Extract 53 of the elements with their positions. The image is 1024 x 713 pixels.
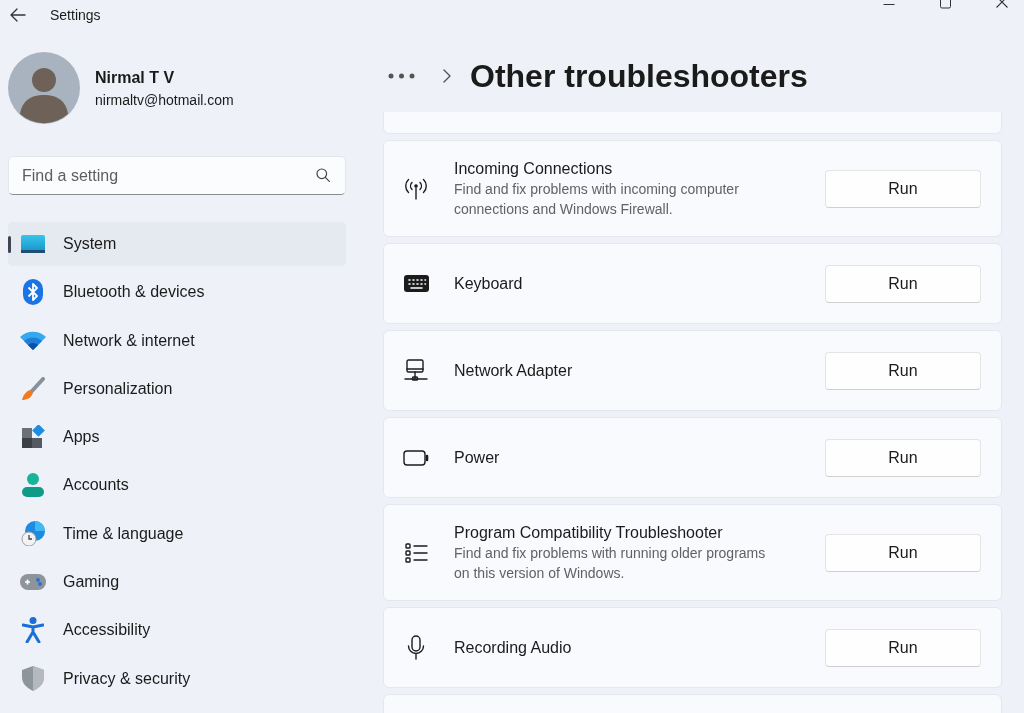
sidebar-item[interactable]: Time & language: [8, 511, 346, 556]
bluetooth-icon: [23, 279, 43, 306]
run-button[interactable]: Run: [825, 351, 981, 390]
window-title: Settings: [50, 7, 101, 23]
shield-icon: [22, 666, 44, 692]
troubleshooter-title: Power: [454, 447, 501, 468]
keyboard-icon: [403, 275, 429, 292]
user-avatar: [8, 52, 80, 124]
troubleshooter-title: Network Adapter: [454, 360, 574, 381]
sidebar-item[interactable]: Network & internet: [8, 318, 346, 363]
sidebar-item[interactable]: Personalization: [8, 366, 346, 411]
battery-icon: [403, 449, 429, 466]
maximize-icon[interactable]: [940, 0, 951, 9]
chevron-right-icon: [443, 69, 451, 83]
run-button[interactable]: Run: [825, 264, 981, 303]
close-icon[interactable]: [996, 0, 1008, 9]
back-icon[interactable]: [10, 8, 26, 22]
run-button[interactable]: Run: [825, 628, 981, 667]
troubleshooter-description: Find and fix problems with incoming computer connections and Windows Firewall.: [454, 180, 740, 219]
troubleshooter-title: Keyboard: [454, 273, 524, 294]
apps-icon: [21, 425, 45, 450]
troubleshooter-title: Incoming Connections: [454, 159, 614, 179]
wifi-icon: [20, 331, 46, 351]
search-field[interactable]: Find a setting: [8, 156, 346, 195]
sidebar-item[interactable]: Accessibility: [8, 608, 346, 653]
sidebar-item[interactable]: Accounts: [8, 463, 346, 508]
sidebar-item[interactable]: Apps: [8, 415, 346, 460]
network-computer-icon: [404, 358, 428, 383]
more-icon[interactable]: [388, 73, 415, 79]
troubleshooter-title: Program Compatibility Troubleshooter: [454, 523, 724, 543]
list-icon: [404, 542, 428, 563]
sidebar-item[interactable]: System: [8, 222, 346, 266]
game-controller-icon: [20, 574, 46, 591]
sidebar-item[interactable]: Bluetooth & devices: [8, 270, 346, 315]
run-button[interactable]: Run: [825, 533, 981, 572]
run-button[interactable]: Run: [825, 169, 981, 208]
user-email: nirmaltv@hotmail.com: [95, 90, 234, 109]
paintbrush-icon: [21, 376, 45, 401]
monitor-icon: [21, 235, 45, 253]
page-title: Other troubleshooters: [470, 57, 808, 96]
person-icon: [22, 473, 44, 498]
antenna-icon: [404, 177, 428, 200]
user-name: Nirmal T V: [95, 67, 176, 88]
accessibility-icon: [22, 617, 44, 644]
selection-indicator: [8, 236, 11, 253]
troubleshooter-description: Find and fix problems with running older programs on this version of Windows.: [454, 544, 767, 583]
troubleshooter-title: Recording Audio: [454, 637, 573, 658]
search-icon: [316, 168, 330, 182]
globe-clock-icon: [21, 521, 45, 547]
sidebar-item[interactable]: Gaming: [8, 560, 346, 605]
microphone-icon: [407, 635, 425, 660]
sidebar-item[interactable]: Privacy & security: [8, 656, 346, 701]
run-button[interactable]: Run: [825, 438, 981, 477]
